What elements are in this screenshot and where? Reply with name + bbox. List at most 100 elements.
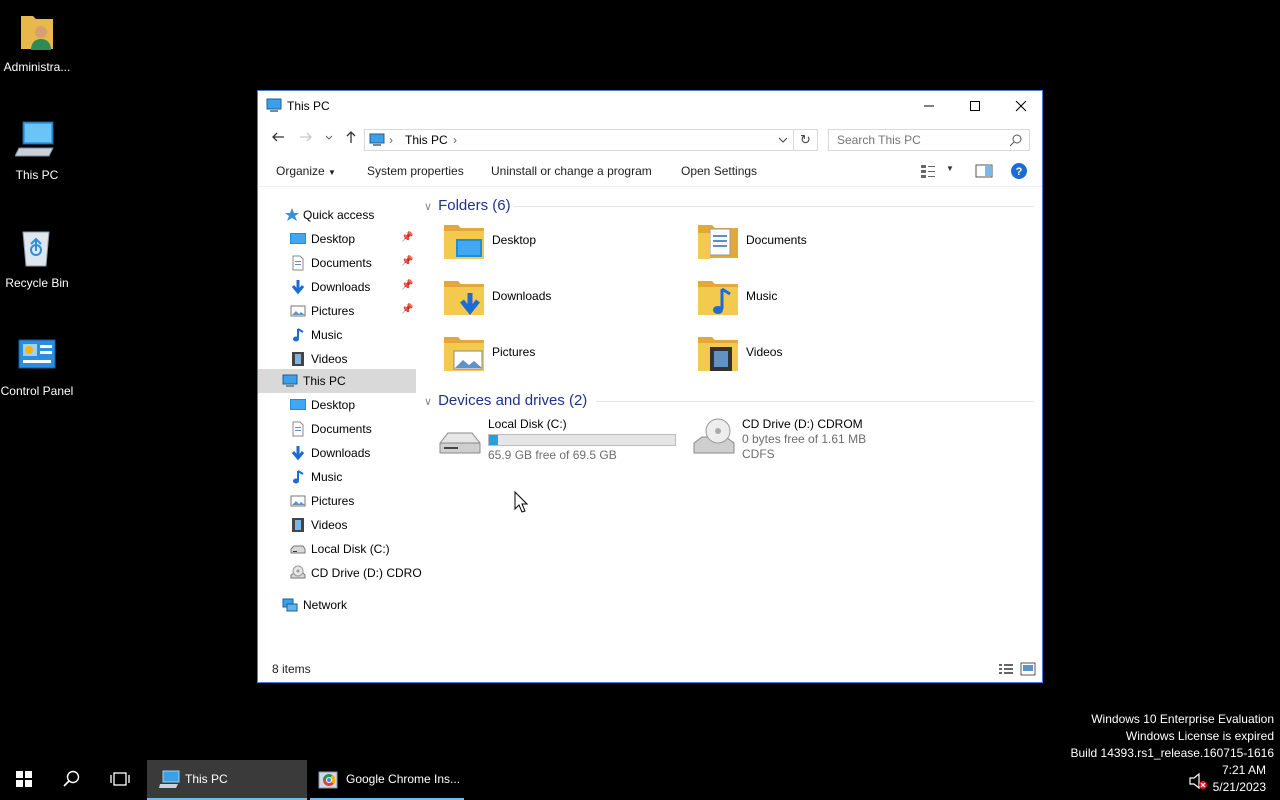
start-button[interactable] [0, 760, 48, 800]
folder-tile-pictures[interactable]: Pictures [442, 329, 682, 377]
nav-item-quick-downloads[interactable]: Downloads 📌 [258, 275, 416, 299]
nav-item-this-pc[interactable]: This PC [258, 369, 416, 393]
navigation-pane: Quick access Desktop 📌 Documents 📌 Downl… [258, 201, 422, 656]
chevron-down-icon: ▼ [328, 168, 336, 177]
folder-tile-downloads[interactable]: Downloads [442, 273, 682, 321]
nav-item-network[interactable]: Network [258, 593, 416, 617]
computer-icon [159, 770, 181, 793]
folder-label: Videos [746, 345, 783, 359]
group-header-folders[interactable]: ∨ Folders (6) [424, 197, 511, 214]
close-button[interactable] [998, 91, 1044, 121]
pictures-icon [290, 303, 306, 319]
nav-item-quick-access[interactable]: Quick access [258, 203, 416, 227]
nav-label: Videos [311, 352, 348, 366]
view-options-chevron-icon[interactable]: ▼ [946, 164, 954, 173]
folder-tile-videos[interactable]: Videos [696, 329, 936, 377]
nav-item-quick-music[interactable]: Music [258, 323, 416, 347]
nav-label: Quick access [303, 208, 375, 222]
downloads-folder-icon [442, 273, 486, 321]
system-properties-button[interactable]: System properties [367, 164, 464, 178]
help-icon[interactable]: ? [1010, 162, 1028, 183]
desktop-icon-this-pc[interactable]: This PC [0, 118, 74, 183]
desktop-icon-label: Recycle Bin [5, 276, 69, 290]
breadcrumb-separator-icon[interactable]: › [453, 133, 457, 147]
nav-item-pc-downloads[interactable]: Downloads [258, 441, 416, 465]
computer-icon [266, 98, 282, 117]
volume-muted-icon[interactable] [1188, 772, 1208, 793]
breadcrumb[interactable]: This PC [405, 133, 448, 147]
up-arrow-icon[interactable] [343, 129, 359, 148]
nav-item-pc-cd-drive[interactable]: CD Drive (D:) CDRO [258, 561, 422, 585]
desktop-icon-label: This PC [15, 168, 59, 182]
drive-tile-local-disk[interactable]: Local Disk (C:) 65.9 GB free of 69.5 GB [438, 417, 688, 469]
back-arrow-icon[interactable] [270, 129, 286, 148]
nav-item-pc-music[interactable]: Music [258, 465, 416, 489]
desktop-icon-recycle-bin[interactable]: Recycle Bin [0, 226, 74, 291]
download-arrow-icon [290, 445, 306, 461]
nav-item-pc-documents[interactable]: Documents [258, 417, 416, 441]
desktop-folder-icon [442, 217, 486, 265]
desktop-icon-control-panel[interactable]: Control Panel [0, 334, 74, 399]
folder-tile-desktop[interactable]: Desktop [442, 217, 682, 265]
taskbar-app-chrome-installer[interactable]: Google Chrome Ins... [310, 760, 464, 800]
folder-tile-documents[interactable]: Documents [696, 217, 936, 265]
taskbar: This PC Google Chrome Ins... 7:21 AM 5/2… [0, 760, 1280, 800]
nav-item-pc-pictures[interactable]: Pictures [258, 489, 416, 513]
clock-date: 5/21/2023 [1212, 780, 1266, 794]
refresh-button[interactable]: ↻ [794, 129, 818, 151]
title-bar[interactable]: This PC [258, 91, 1042, 121]
organize-label: Organize [276, 164, 325, 178]
taskbar-app-this-pc[interactable]: This PC [147, 760, 307, 800]
desktop-icon-administrator[interactable]: Administra... [0, 10, 74, 75]
command-bar: Organize ▼ System properties Uninstall o… [258, 157, 1042, 187]
clock-time: 7:21 AM [1221, 763, 1266, 777]
breadcrumb-separator-icon: › [389, 133, 393, 147]
drive-name: CD Drive (D:) CDROM [742, 417, 863, 431]
search-input[interactable] [829, 130, 999, 150]
nav-item-quick-videos[interactable]: Videos [258, 347, 416, 371]
taskbar-app-label: Google Chrome Ins... [346, 772, 461, 786]
recent-locations-chevron-icon[interactable] [324, 129, 334, 148]
system-clock[interactable]: 7:21 AM 5/21/2023 [1213, 762, 1266, 796]
nav-label: Music [311, 328, 343, 342]
network-icon [282, 597, 298, 613]
details-view-icon[interactable] [998, 662, 1014, 679]
pin-icon: 📌 [401, 304, 414, 315]
nav-item-pc-desktop[interactable]: Desktop [258, 393, 416, 417]
folder-tile-music[interactable]: Music [696, 273, 936, 321]
forward-arrow-icon[interactable] [298, 129, 314, 148]
organize-button[interactable]: Organize ▼ [276, 164, 336, 178]
hard-drive-icon [438, 429, 482, 460]
pictures-folder-icon [442, 329, 486, 377]
task-view-button[interactable] [96, 760, 144, 800]
change-view-icon[interactable] [920, 163, 936, 182]
recycle-bin-icon [15, 226, 59, 270]
maximize-button[interactable] [952, 91, 998, 121]
address-bar[interactable]: › This PC › [364, 129, 794, 151]
open-settings-button[interactable]: Open Settings [681, 164, 757, 178]
nav-label: Music [311, 470, 343, 484]
uninstall-program-button[interactable]: Uninstall or change a program [491, 164, 652, 178]
taskbar-app-label: This PC [185, 772, 228, 786]
search-box[interactable] [828, 129, 1030, 151]
nav-item-quick-desktop[interactable]: Desktop 📌 [258, 227, 416, 251]
nav-item-pc-videos[interactable]: Videos [258, 513, 416, 537]
search-icon [1009, 133, 1023, 150]
drive-free-space: 0 bytes free of 1.61 MB [742, 432, 867, 446]
nav-item-quick-pictures[interactable]: Pictures 📌 [258, 299, 416, 323]
large-icons-view-icon[interactable] [1020, 662, 1036, 679]
group-header-devices[interactable]: ∨ Devices and drives (2) [424, 392, 587, 409]
preview-pane-icon[interactable] [975, 163, 993, 182]
address-dropdown-chevron-icon[interactable] [777, 132, 789, 151]
group-title: Folders (6) [438, 197, 511, 214]
nav-item-pc-local-disk[interactable]: Local Disk (C:) [258, 537, 416, 561]
pin-icon: 📌 [401, 256, 414, 267]
nav-label: CD Drive (D:) CDRO [311, 566, 422, 580]
search-button[interactable] [48, 760, 96, 800]
drive-tile-cd-drive[interactable]: CD Drive (D:) CDROM 0 bytes free of 1.61… [692, 417, 942, 469]
nav-label: Pictures [311, 304, 355, 318]
pin-icon: 📌 [401, 232, 414, 243]
nav-item-quick-documents[interactable]: Documents 📌 [258, 251, 416, 275]
minimize-button[interactable] [906, 91, 952, 121]
computer-icon [282, 373, 298, 389]
